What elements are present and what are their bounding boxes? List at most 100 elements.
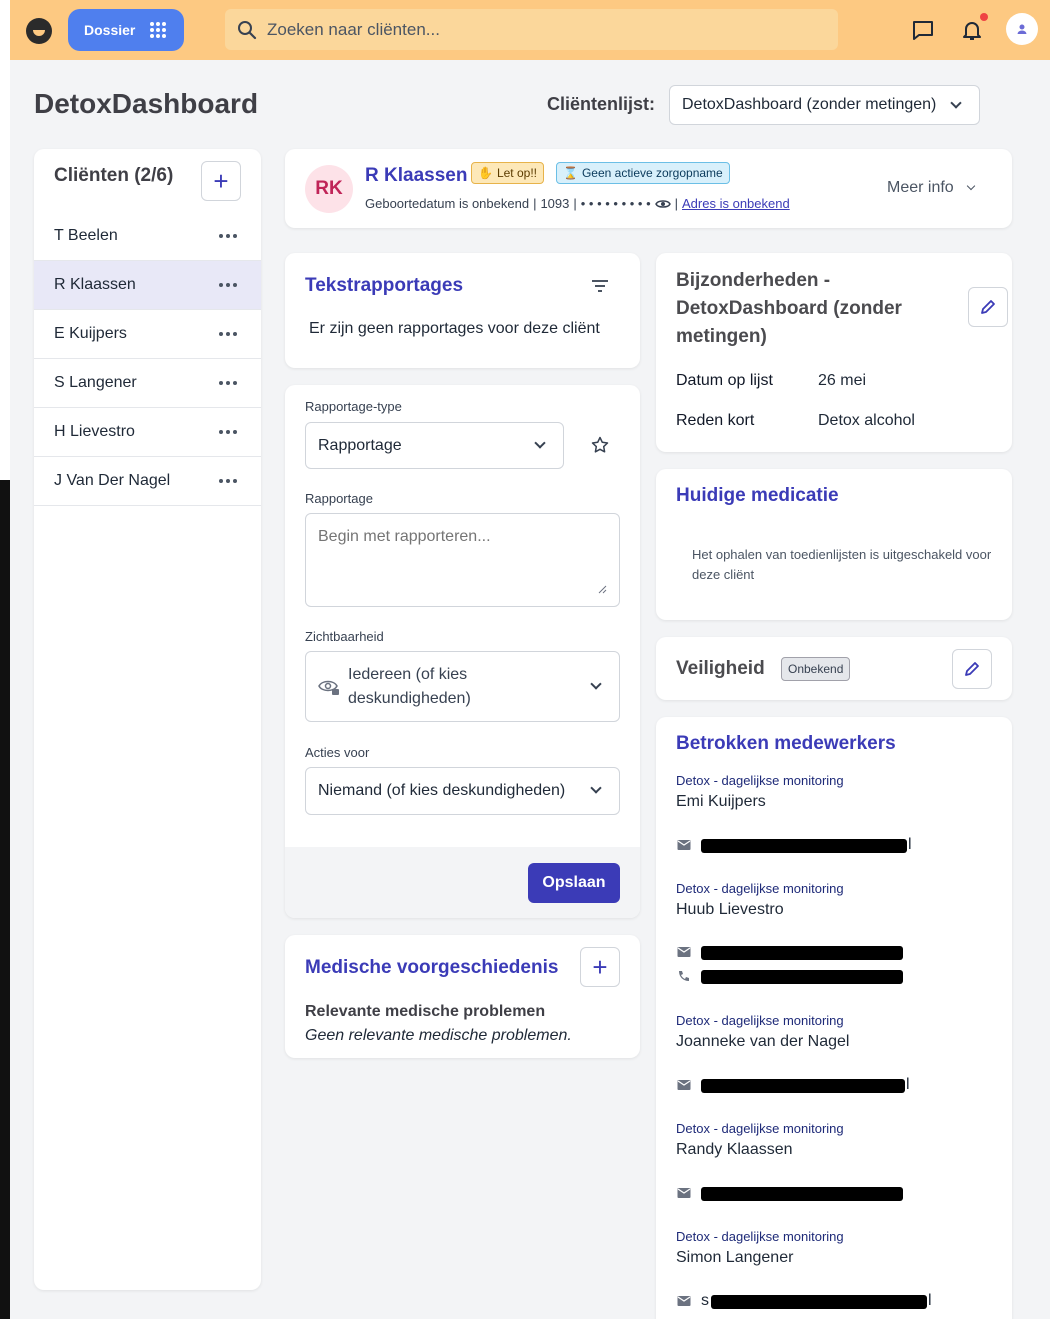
actions-for-select[interactable]: Niemand (of kies deskundigheden) bbox=[305, 767, 620, 815]
visibility-value: Iedereen (of kies deskundigheden) bbox=[348, 665, 471, 707]
client-row-e-kuijpers[interactable]: E Kuijpers bbox=[34, 310, 261, 359]
email-head: s bbox=[701, 1292, 709, 1309]
client-name: T Beelen bbox=[54, 227, 118, 244]
client-list-select[interactable]: DetoxDashboard (zonder metingen) bbox=[669, 85, 980, 125]
chat-icon[interactable] bbox=[911, 18, 935, 42]
background-window-edge bbox=[0, 480, 10, 1319]
plus-icon: + bbox=[213, 165, 229, 196]
redacted-email bbox=[711, 1295, 927, 1309]
more-options-icon[interactable] bbox=[219, 430, 237, 434]
report-text-label: Rapportage bbox=[305, 491, 373, 506]
staff-role: Detox - dagelijkse monitoring bbox=[676, 1013, 844, 1028]
search-bar[interactable] bbox=[225, 9, 838, 50]
email-tail: l bbox=[928, 1292, 932, 1309]
warning-badge-label: Let op!! bbox=[496, 166, 537, 180]
user-avatar[interactable] bbox=[1006, 13, 1038, 45]
client-row-t-beelen[interactable]: T Beelen bbox=[34, 212, 261, 261]
top-bar: Dossier bbox=[10, 0, 1050, 60]
user-icon bbox=[1017, 24, 1027, 34]
actions-for-label: Acties voor bbox=[305, 745, 370, 760]
report-type-value: Rapportage bbox=[318, 436, 402, 454]
eye-icon[interactable] bbox=[654, 198, 671, 210]
search-icon bbox=[238, 20, 257, 39]
client-avatar: RK bbox=[305, 165, 353, 213]
chevron-down-icon bbox=[590, 782, 602, 794]
involved-staff-card: Betrokken medewerkers Detox - dagelijkse… bbox=[656, 717, 1012, 1319]
report-type-label: Rapportage-type bbox=[305, 399, 402, 414]
search-input[interactable] bbox=[267, 19, 807, 40]
filter-icon[interactable] bbox=[591, 279, 609, 293]
report-type-select[interactable]: Rapportage bbox=[305, 422, 564, 469]
staff-role: Detox - dagelijkse monitoring bbox=[676, 881, 844, 896]
dossier-label: Dossier bbox=[84, 22, 136, 38]
client-name: S Langener bbox=[54, 374, 137, 391]
client-row-s-langener[interactable]: S Langener bbox=[34, 359, 261, 408]
details-title: Bijzonderheden - DetoxDashboard (zonder … bbox=[676, 270, 902, 347]
plus-icon: + bbox=[592, 951, 608, 982]
warning-badge[interactable]: ✋ Let op!! bbox=[471, 162, 544, 184]
birthdate-text: Geboortedatum is onbekend bbox=[365, 196, 530, 211]
chevron-down-icon bbox=[950, 97, 962, 109]
visibility-select[interactable]: Iedereen (of kies deskundigheden) bbox=[305, 651, 620, 722]
separator: | bbox=[674, 196, 679, 211]
chevron-down-icon bbox=[966, 181, 976, 191]
app-logo-icon[interactable] bbox=[26, 18, 52, 44]
details-key: Datum op lijst bbox=[676, 372, 773, 389]
redacted-email bbox=[701, 946, 903, 960]
staff-role: Detox - dagelijkse monitoring bbox=[676, 1121, 844, 1136]
masked-bsn: • • • • • • • • • bbox=[580, 196, 651, 211]
client-row-j-van-der-nagel[interactable]: J Van Der Nagel bbox=[34, 457, 261, 506]
client-name: J Van Der Nagel bbox=[54, 472, 171, 489]
mail-icon bbox=[677, 1080, 691, 1090]
client-list-value: DetoxDashboard (zonder metingen) bbox=[682, 96, 937, 113]
redacted-email bbox=[701, 839, 907, 853]
more-info-label: Meer info bbox=[887, 179, 954, 196]
address-link[interactable]: Adres is onbekend bbox=[682, 196, 790, 211]
save-button[interactable]: Opslaan bbox=[528, 863, 620, 903]
details-value: Detox alcohol bbox=[818, 412, 915, 429]
text-reports-title: Tekstrapportages bbox=[305, 275, 464, 296]
report-textarea[interactable] bbox=[305, 513, 620, 607]
medical-problems-subtitle: Relevante medische problemen bbox=[305, 1003, 546, 1020]
client-name: R Klaassen bbox=[54, 276, 136, 293]
details-value: 26 mei bbox=[818, 372, 867, 389]
client-row-h-lievestro[interactable]: H Lievestro bbox=[34, 408, 261, 457]
actions-for-value: Niemand (of kies deskundigheden) bbox=[318, 782, 566, 799]
more-options-icon[interactable] bbox=[219, 381, 237, 385]
add-client-button[interactable]: + bbox=[201, 161, 241, 201]
add-medical-history-button[interactable]: + bbox=[580, 947, 620, 987]
email-tail: l bbox=[906, 1076, 910, 1093]
client-row-r-klaassen[interactable]: R Klaassen bbox=[34, 261, 261, 310]
pencil-icon bbox=[981, 300, 995, 314]
dossier-button[interactable]: Dossier bbox=[68, 9, 184, 51]
separator: | bbox=[533, 196, 537, 211]
page-title: DetoxDashboard bbox=[34, 88, 259, 119]
text-reports-empty: Er zijn geen rapportages voor deze cliën… bbox=[309, 320, 600, 337]
medical-history-title: Medische voorgeschiedenis bbox=[305, 957, 559, 978]
notification-dot bbox=[980, 13, 988, 21]
involved-staff-title: Betrokken medewerkers bbox=[676, 733, 896, 754]
edit-details-button[interactable] bbox=[968, 287, 1008, 327]
text-reports-card: Tekstrapportages Er zijn geen rapportage… bbox=[285, 253, 640, 368]
mail-icon bbox=[677, 947, 691, 957]
resize-handle-icon[interactable] bbox=[598, 585, 607, 594]
details-key: Reden kort bbox=[676, 412, 755, 429]
client-number: 1093 bbox=[540, 196, 570, 211]
staff-name: Simon Langener bbox=[676, 1249, 794, 1266]
safety-status-badge: Onbekend bbox=[781, 657, 851, 681]
hand-icon: ✋ bbox=[478, 166, 493, 180]
medication-disabled-message: Het ophalen van toedienlijsten is uitges… bbox=[692, 547, 992, 582]
more-options-icon[interactable] bbox=[219, 283, 237, 287]
client-list-label: Cliëntenlijst: bbox=[547, 94, 656, 114]
more-options-icon[interactable] bbox=[219, 234, 237, 238]
more-options-icon[interactable] bbox=[219, 332, 237, 336]
report-form-card: Rapportage-type Rapportage Rapportage Zi… bbox=[285, 385, 640, 918]
more-info-button[interactable]: Meer info bbox=[887, 179, 976, 197]
client-name-title[interactable]: R Klaassen bbox=[365, 165, 467, 187]
bell-icon[interactable] bbox=[960, 18, 984, 42]
more-options-icon[interactable] bbox=[219, 479, 237, 483]
client-meta: Geboortedatum is onbekend | 1093 | • • •… bbox=[365, 196, 790, 211]
separator: | bbox=[573, 196, 577, 211]
star-icon[interactable] bbox=[591, 436, 609, 454]
edit-safety-button[interactable] bbox=[952, 649, 992, 689]
